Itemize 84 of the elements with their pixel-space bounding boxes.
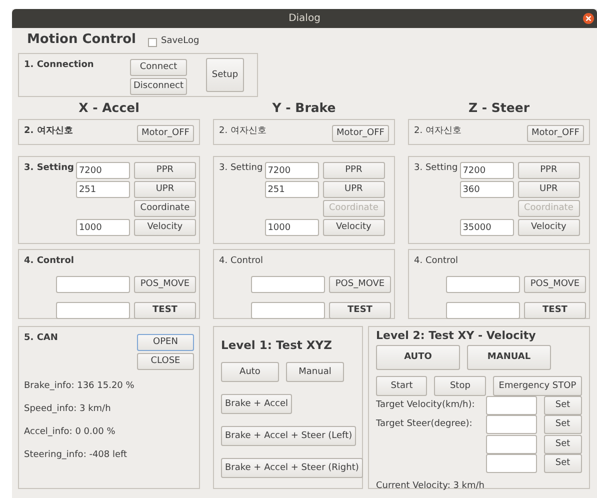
input-field[interactable] [486, 415, 536, 434]
input-field[interactable]: 251 [76, 181, 130, 198]
input-field[interactable] [251, 302, 325, 318]
info-text: Steering_info: -408 left [24, 449, 128, 461]
section-label: 5. CAN [24, 332, 58, 345]
button[interactable]: TEST [524, 302, 586, 318]
button[interactable]: Stop [434, 376, 486, 396]
button[interactable]: Setup [206, 58, 244, 92]
panel-title: Level 1: Test XYZ [221, 337, 333, 354]
window-title: Dialog [288, 12, 320, 26]
panel-title: Level 2: Test XY - Velocity [376, 328, 537, 344]
section-label: 4. Control [24, 255, 76, 268]
button[interactable]: Velocity [322, 219, 385, 236]
section-label: 3. Setting [24, 162, 74, 175]
button[interactable]: Start [376, 376, 428, 396]
button[interactable]: Motor_OFF [332, 125, 389, 142]
button[interactable]: PPR [518, 162, 580, 179]
close-icon[interactable] [583, 13, 594, 24]
info-text: Speed_info: 3 km/h [24, 403, 112, 415]
button[interactable]: Velocity [518, 219, 580, 236]
input-field[interactable] [446, 276, 520, 292]
column-heading: Z - Steer [467, 99, 531, 117]
input-field[interactable]: 1000 [264, 219, 319, 236]
section-label: 3. Setting [414, 162, 458, 175]
button[interactable]: CLOSE [137, 353, 194, 370]
input-field[interactable]: 7200 [264, 162, 319, 179]
input-field[interactable]: 35000 [460, 219, 514, 236]
button[interactable]: Brake + Accel + Steer (Left) [221, 426, 356, 446]
section-label: 4. Control [414, 255, 459, 268]
input-field[interactable]: 7200 [460, 162, 514, 179]
dialog-heading: Motion Control [27, 31, 136, 50]
button[interactable]: UPR [134, 181, 196, 198]
button[interactable]: Auto [221, 362, 279, 382]
input-field[interactable] [56, 276, 130, 292]
column-heading: X - Accel [78, 99, 140, 117]
button[interactable]: Brake + Accel [221, 394, 292, 414]
info-text: Brake_info: 136 15.20 % [24, 380, 136, 392]
button[interactable]: Set [544, 396, 582, 415]
button[interactable]: Set [544, 434, 582, 454]
input-field[interactable]: 1000 [76, 219, 130, 236]
input-field[interactable] [56, 302, 130, 318]
input-field[interactable] [486, 396, 536, 415]
button[interactable]: POS_MOVE [134, 276, 196, 292]
button[interactable]: PPR [322, 162, 385, 179]
info-text: Accel_info: 0 0.00 % [24, 426, 116, 438]
section-label: 2. 여자신호 [219, 125, 266, 138]
input-field[interactable] [486, 434, 536, 454]
section-label: 4. Control [219, 255, 264, 268]
section-label: 3. Setting [219, 162, 263, 175]
input-field[interactable] [251, 276, 325, 292]
input-field[interactable]: 360 [460, 181, 514, 198]
section-label: 2. 여자신호 [24, 125, 73, 138]
status-text: Current Velocity: 3 km/h [376, 480, 486, 492]
button[interactable]: Coordinate [134, 200, 196, 217]
button[interactable]: TEST [134, 302, 196, 318]
button[interactable]: UPR [518, 181, 580, 198]
button[interactable]: Connect [130, 59, 187, 76]
button[interactable]: PPR [134, 162, 196, 179]
button[interactable]: AUTO [376, 344, 460, 370]
button[interactable]: Set [544, 454, 582, 474]
button[interactable]: Emergency STOP [492, 376, 582, 396]
button[interactable]: POS_MOVE [524, 276, 586, 292]
button[interactable]: OPEN [137, 334, 194, 351]
button[interactable]: MANUAL [467, 344, 551, 370]
button[interactable]: UPR [322, 181, 385, 198]
button[interactable]: POS_MOVE [329, 276, 391, 292]
input-field[interactable]: 7200 [76, 162, 130, 179]
button[interactable]: Manual [286, 362, 344, 382]
input-field[interactable] [446, 302, 520, 318]
input-field[interactable]: 251 [264, 181, 319, 198]
section-label: 2. 여자신호 [414, 125, 462, 138]
field-label: Target Steer(degree): [376, 418, 474, 431]
button[interactable]: Disconnect [130, 78, 187, 95]
savelog-checkbox[interactable]: SaveLog [148, 35, 200, 49]
button[interactable]: TEST [329, 302, 391, 318]
button[interactable]: Set [544, 415, 582, 434]
button[interactable]: Motor_OFF [527, 125, 584, 142]
column-heading: Y - Brake [271, 99, 337, 117]
button[interactable]: Velocity [134, 219, 196, 236]
field-label: Target Velocity(km/h): [376, 398, 476, 412]
button[interactable]: Brake + Accel + Steer (Right) [221, 458, 363, 478]
section-label: 1. Connection [24, 59, 95, 72]
input-field[interactable] [486, 454, 536, 474]
button[interactable]: Motor_OFF [137, 125, 194, 142]
